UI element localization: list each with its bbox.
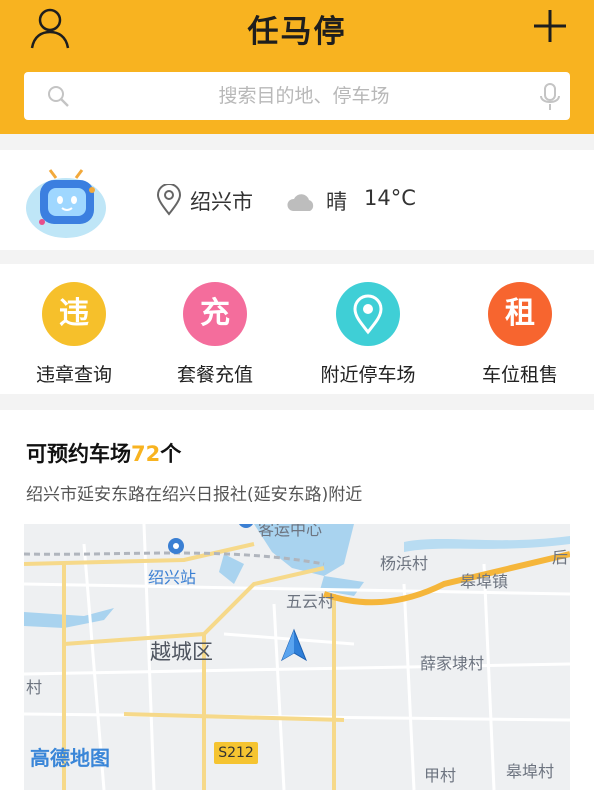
map-label-wuyun: 五云村	[286, 592, 335, 611]
service-label: 附近停车场	[320, 364, 416, 386]
recharge-icon: 充	[183, 282, 247, 346]
temperature-label: 14°C	[364, 186, 416, 210]
map-label-yuecheng: 越城区	[150, 640, 213, 664]
service-grid: 违 违章查询 充 套餐充值 附近停车场 租 车位租售	[0, 264, 594, 394]
map-label-keyun: 客运中心	[258, 524, 323, 539]
search-input[interactable]	[84, 80, 524, 112]
map-label-gaobu-village: 皋埠村	[506, 762, 555, 781]
service-label: 套餐充值	[176, 364, 253, 386]
map-label-yangbin: 杨浜村	[380, 554, 429, 573]
microphone-icon[interactable]	[538, 82, 562, 112]
robot-avatar[interactable]	[22, 168, 112, 240]
service-label: 违章查询	[35, 364, 112, 386]
map-label-gaobu-town: 皋埠镇	[460, 572, 509, 591]
rent-icon: 租	[488, 282, 552, 346]
map-label-hou: 后	[552, 548, 569, 567]
violation-icon: 违	[42, 282, 106, 346]
app-header: 任马停	[0, 0, 594, 134]
parking-count: 72	[131, 442, 161, 466]
cloud-icon	[286, 192, 316, 212]
map-view[interactable]: 客运中心 杨浜村 后 绍兴站 皋埠镇 五云村 越城区 薛家埭村 村 甲村 皋埠村…	[24, 524, 570, 790]
search-icon[interactable]	[46, 84, 70, 108]
search-bar	[24, 72, 570, 120]
service-violation-query[interactable]: 违 违章查询	[0, 278, 148, 388]
road-badge: S212	[214, 742, 258, 764]
plus-icon[interactable]	[530, 6, 570, 46]
city-label: 绍兴市	[190, 190, 253, 214]
map-label-tian: 甲村	[424, 766, 457, 785]
service-package-recharge[interactable]: 充 套餐充值	[141, 278, 289, 388]
nearby-parking-icon	[336, 282, 400, 346]
info-panel: 绍兴市 晴 14°C	[0, 150, 594, 250]
parking-address: 绍兴市延安东路在绍兴日报社(延安东路)附近	[26, 485, 363, 505]
map-label-shaoxing-station: 绍兴站	[148, 568, 197, 587]
current-location-arrow-icon	[280, 628, 308, 662]
service-label: 车位租售	[481, 364, 558, 386]
map-label-xuejia: 薛家埭村	[420, 654, 485, 673]
parking-section: 可预约车场72个 绍兴市延安东路在绍兴日报社(延安东路)附近 客运中心 杨浜村 …	[0, 410, 594, 800]
weather-label: 晴	[326, 190, 347, 214]
map-provider-logo: 高德地图	[30, 746, 110, 770]
location-pin-icon	[156, 183, 182, 216]
app-title: 任马停	[247, 14, 347, 50]
map-label-cun: 村	[26, 678, 43, 697]
service-space-rental[interactable]: 租 车位租售	[446, 278, 594, 388]
parking-title: 可预约车场72个	[26, 442, 182, 466]
service-nearby-parking[interactable]: 附近停车场	[294, 278, 442, 388]
